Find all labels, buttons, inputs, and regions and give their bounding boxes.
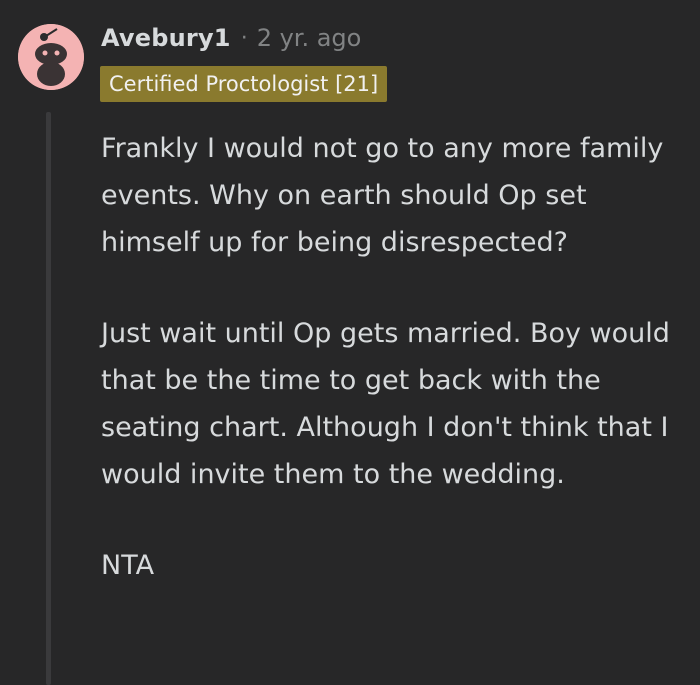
avatar[interactable] xyxy=(18,24,84,90)
comment-paragraph: Just wait until Op gets married. Boy wou… xyxy=(101,318,670,490)
meta-separator: · xyxy=(240,25,248,51)
comment: Avebury1 · 2 yr. ago Certified Proctolog… xyxy=(0,0,700,685)
thread-line[interactable] xyxy=(46,112,51,685)
comment-paragraph: NTA xyxy=(101,550,155,581)
user-flair: Certified Proctologist [21] xyxy=(100,66,388,102)
timestamp[interactable]: 2 yr. ago xyxy=(257,24,362,52)
comment-meta: Avebury1 · 2 yr. ago xyxy=(101,20,361,56)
author-name[interactable]: Avebury1 xyxy=(101,24,231,52)
snoo-avatar-icon xyxy=(18,24,84,90)
comment-paragraph: Frankly I would not go to any more famil… xyxy=(101,133,664,258)
comment-body: Frankly I would not go to any more famil… xyxy=(101,125,691,589)
